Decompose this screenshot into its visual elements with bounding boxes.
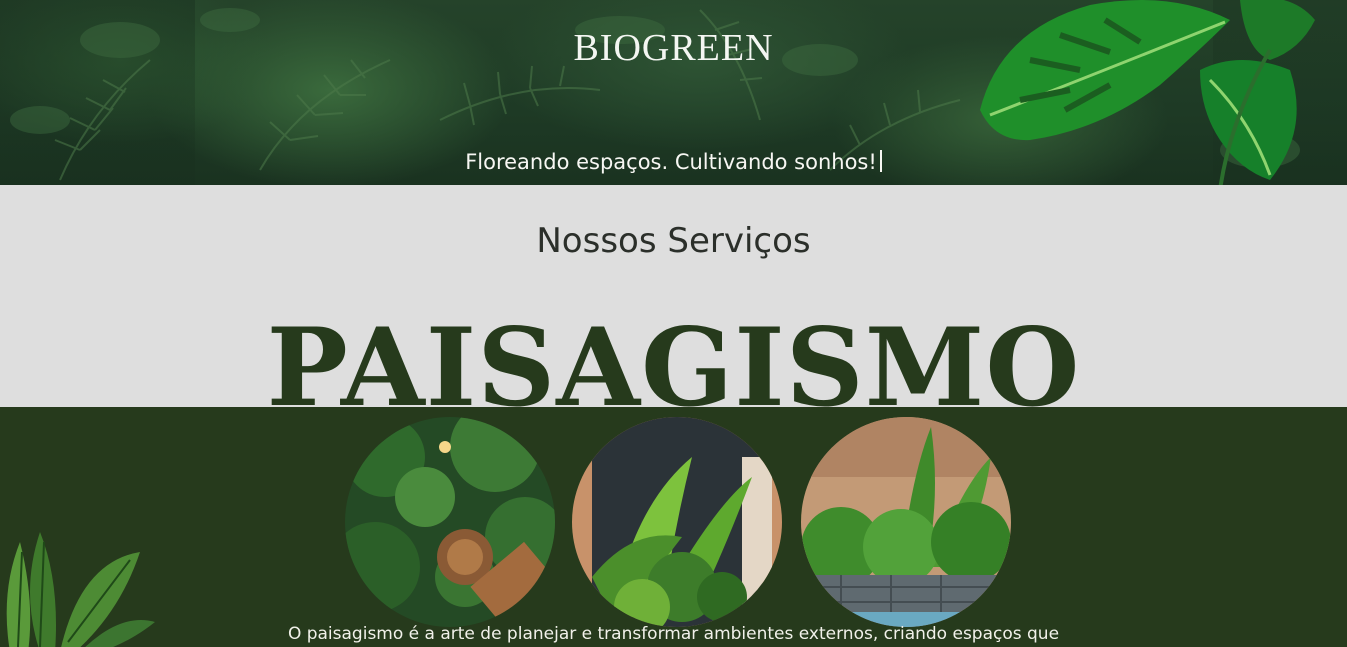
landscaping-photo-2[interactable]	[572, 417, 782, 627]
hero-banner: BIOGREEN Floreando espaços. Cultivando s…	[0, 0, 1347, 185]
landscaping-section: O paisagismo é a arte de planejar e tran…	[0, 407, 1347, 647]
service-heading: PAISAGISMO	[266, 305, 1081, 407]
landscaping-photo-1[interactable]	[345, 417, 555, 627]
landscaping-description: O paisagismo é a arte de planejar e tran…	[287, 624, 1060, 644]
services-section: Nossos Serviços PAISAGISMO	[0, 185, 1347, 407]
landscaping-photo-3[interactable]	[801, 417, 1011, 627]
services-title: Nossos Serviços	[536, 221, 811, 261]
tagline-text: Floreando espaços. Cultivando sonhos!	[465, 150, 877, 174]
typing-cursor	[879, 150, 882, 172]
tagline: Floreando espaços. Cultivando sonhos!	[0, 150, 1347, 174]
